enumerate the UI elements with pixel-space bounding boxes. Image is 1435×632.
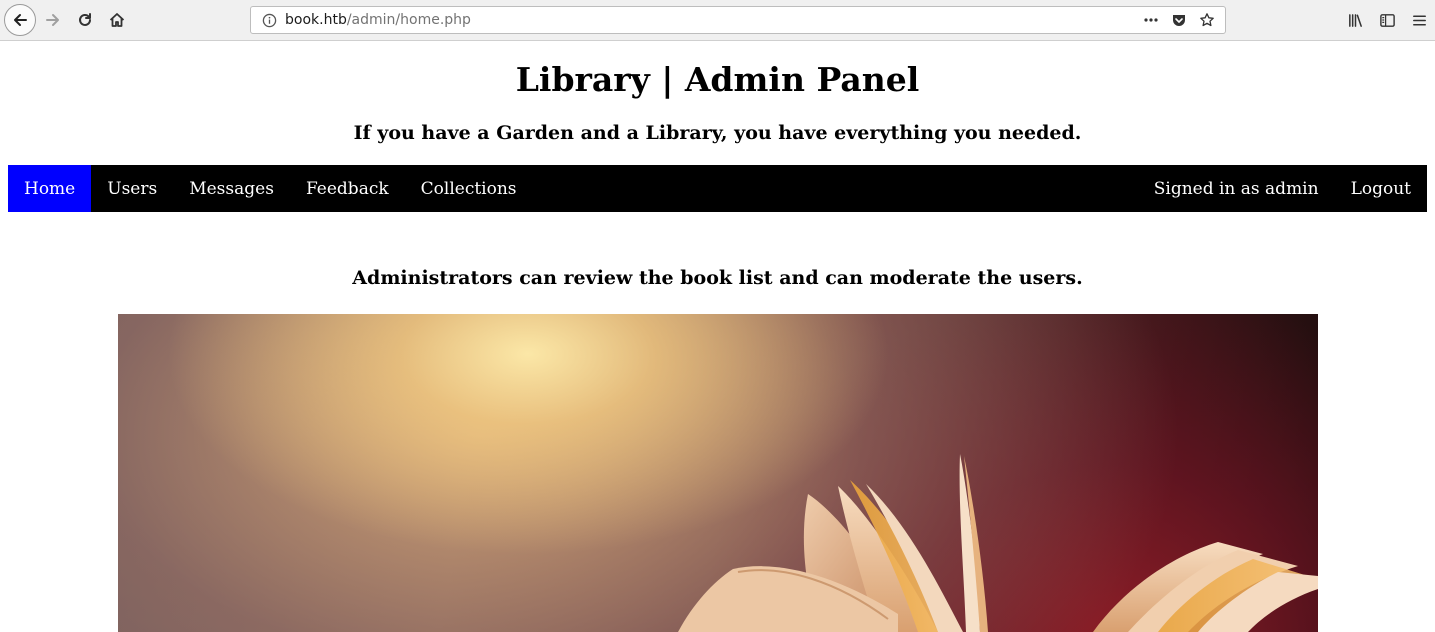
url-host: book.htb bbox=[285, 12, 347, 28]
hero-image-open-book bbox=[118, 314, 1318, 632]
logout-link[interactable]: Logout bbox=[1335, 165, 1427, 212]
hamburger-menu-icon[interactable] bbox=[1403, 5, 1435, 35]
reload-icon bbox=[79, 13, 91, 26]
navbar: Home Users Messages Feedback Collections… bbox=[8, 165, 1427, 212]
nav-item-users[interactable]: Users bbox=[91, 165, 173, 212]
back-button[interactable] bbox=[4, 4, 36, 36]
site-info-icon[interactable] bbox=[261, 12, 277, 28]
forward-button[interactable] bbox=[38, 5, 68, 35]
right-toolbar bbox=[1339, 5, 1435, 35]
pocket-icon[interactable] bbox=[1165, 7, 1193, 33]
forward-arrow-icon bbox=[46, 14, 59, 26]
open-book-illustration bbox=[678, 454, 1318, 632]
nav-item-feedback[interactable]: Feedback bbox=[290, 165, 405, 212]
more-dots-icon[interactable] bbox=[1137, 7, 1165, 33]
nav-item-home[interactable]: Home bbox=[8, 165, 92, 212]
reload-button[interactable] bbox=[70, 5, 100, 35]
sidebar-icon[interactable] bbox=[1371, 5, 1403, 35]
home-button[interactable] bbox=[102, 5, 132, 35]
url-text[interactable]: book.htb/admin/home.php bbox=[285, 12, 471, 28]
nav-item-collections[interactable]: Collections bbox=[405, 165, 533, 212]
nav-item-messages[interactable]: Messages bbox=[173, 165, 290, 212]
url-bar[interactable]: book.htb/admin/home.php bbox=[250, 6, 1226, 34]
star-icon[interactable] bbox=[1193, 7, 1221, 33]
browser-toolbar: book.htb/admin/home.php bbox=[0, 0, 1435, 41]
home-icon bbox=[109, 13, 125, 27]
library-icon[interactable] bbox=[1339, 5, 1371, 35]
url-path: /admin/home.php bbox=[346, 12, 471, 28]
page-title: Library | Admin Panel bbox=[515, 60, 920, 99]
signed-in-as-admin[interactable]: Signed in as admin bbox=[1138, 165, 1335, 212]
url-actions bbox=[1137, 7, 1221, 33]
nav-spacer bbox=[533, 165, 1138, 212]
page-subtitle: If you have a Garden and a Library, you … bbox=[353, 122, 1082, 144]
intro-text: Administrators can review the book list … bbox=[352, 267, 1083, 289]
back-arrow-icon bbox=[14, 14, 27, 26]
